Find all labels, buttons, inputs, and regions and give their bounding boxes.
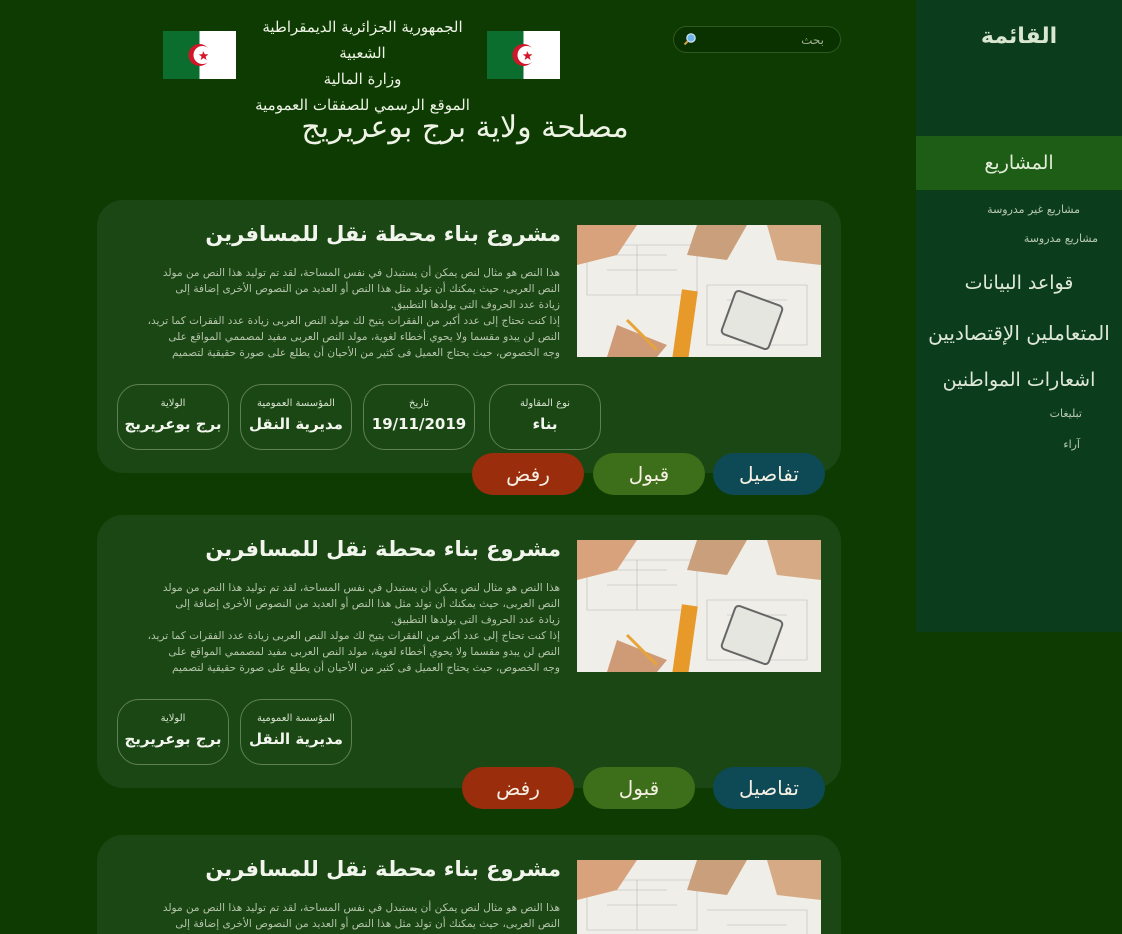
project-card: مشروع بناء محطة نقل للمسافرين هذا النص ه… [97,200,841,473]
field-public-institution: المؤسسة العمومية مديرية النقل [240,384,352,450]
sidebar-item-databases[interactable]: قواعد البيانات [916,272,1122,294]
field-value: برج بوعريريج [124,415,222,433]
field-label: الولاية [160,398,186,409]
project-title: مشروع بناء محطة نقل للمسافرين [205,857,561,881]
project-blueprint-image [577,860,821,934]
description-line: هذا النص هو مثال لنص يمكن أن يستبدل في ن… [162,582,560,594]
field-value: بناء [532,415,558,433]
search-icon[interactable] [683,32,697,46]
search-box[interactable] [673,26,841,53]
description-line: إذا كنت تحتاج إلى عدد أكبر من الفقرات يت… [147,630,560,642]
project-description: هذا النص هو مثال لنص يمكن أن يستبدل في ن… [110,900,560,932]
project-card: مشروع بناء محطة نقل للمسافرين هذا النص ه… [97,835,841,934]
field-value: 19/11/2019 [371,415,467,433]
field-value: برج بوعريريج [124,730,222,748]
field-label: المؤسسة العمومية [257,713,335,724]
algeria-flag-icon [487,31,560,79]
sidebar-item-citizen-notices[interactable]: اشعارات المواطنين [916,369,1122,391]
sidebar: القائمة المشاريع مشاريع غير مدروسة مشاري… [916,0,1122,632]
sidebar-subitem-unstudied[interactable]: مشاريع غير مدروسة [987,203,1080,216]
project-description: هذا النص هو مثال لنص يمكن أن يستبدل في ن… [110,265,560,361]
project-card: مشروع بناء محطة نقل للمسافرين هذا النص ه… [97,515,841,788]
description-line: زيادة عدد الحروف التى يولدها التطبيق. [390,614,560,626]
field-label: نوع المقاولة [519,398,571,409]
field-value: مديرية النقل [249,415,343,433]
field-contract-type: نوع المقاولة بناء [489,384,601,450]
field-label: الولاية [160,713,186,724]
page-title: مصلحة ولاية برج بوعريريج [301,110,629,145]
government-header: الجمهورية الجزائرية الديمقراطية الشعبية … [240,14,485,118]
sidebar-item-economic-operators[interactable]: المتعاملين الإقتصاديين [916,321,1122,345]
description-line: زيادة عدد الحروف التى يولدها التطبيق. [390,299,560,311]
description-line: النص لن يبدو مقسما ولا يحوي أخطاء لغوية،… [168,646,560,658]
sidebar-subitem-opinions[interactable]: آراء [1063,438,1080,451]
description-line: هذا النص هو مثال لنص يمكن أن يستبدل في ن… [162,267,560,279]
description-line: هذا النص هو مثال لنص يمكن أن يستبدل في ن… [162,902,560,914]
reject-button[interactable]: رفض [462,767,574,809]
project-blueprint-image [577,225,821,357]
details-button[interactable]: تفاصيل [713,767,825,809]
project-title: مشروع بناء محطة نقل للمسافرين [205,222,561,246]
reject-button[interactable]: رفض [472,453,584,495]
field-province: الولاية برج بوعريريج [117,699,229,765]
accept-button[interactable]: قبول [583,767,695,809]
description-line: النص العربى، حيث يمكنك أن تولد مثل هذا ا… [175,918,560,930]
project-title: مشروع بناء محطة نقل للمسافرين [205,537,561,561]
description-line: النص لن يبدو مقسما ولا يحوي أخطاء لغوية،… [168,331,560,343]
description-line: وجه الخصوص، حيث يحتاج العميل فى كثير من … [171,662,560,674]
description-line: النص العربى، حيث يمكنك أن تولد مثل هذا ا… [175,283,560,295]
sidebar-subitem-notifications[interactable]: تبليغات [1050,407,1082,420]
sidebar-item-projects[interactable]: المشاريع [916,136,1122,190]
search-input[interactable] [704,31,824,49]
algeria-flag-icon [163,31,236,79]
description-line: إذا كنت تحتاج إلى عدد أكبر من الفقرات يت… [147,315,560,327]
description-line: وجه الخصوص، حيث يحتاج العميل فى كثير من … [171,347,560,359]
sidebar-subitem-studied[interactable]: مشاريع مدروسة [1024,232,1098,245]
project-description: هذا النص هو مثال لنص يمكن أن يستبدل في ن… [110,580,560,676]
sidebar-menu-title: القائمة [980,24,1058,49]
field-value: مديرية النقل [249,730,343,748]
gov-line-republic: الجمهورية الجزائرية الديمقراطية الشعبية [262,18,463,62]
field-label: المؤسسة العمومية [257,398,335,409]
details-button[interactable]: تفاصيل [713,453,825,495]
field-province: الولاية برج بوعريريج [117,384,229,450]
description-line: النص العربى، حيث يمكنك أن تولد مثل هذا ا… [175,598,560,610]
gov-line-ministry: وزارة المالية [323,70,402,88]
accept-button[interactable]: قبول [593,453,705,495]
project-blueprint-image [577,540,821,672]
field-label: تاريخ [409,398,429,409]
field-public-institution: المؤسسة العمومية مديرية النقل [240,699,352,765]
field-date: تاريخ 19/11/2019 [363,384,475,450]
